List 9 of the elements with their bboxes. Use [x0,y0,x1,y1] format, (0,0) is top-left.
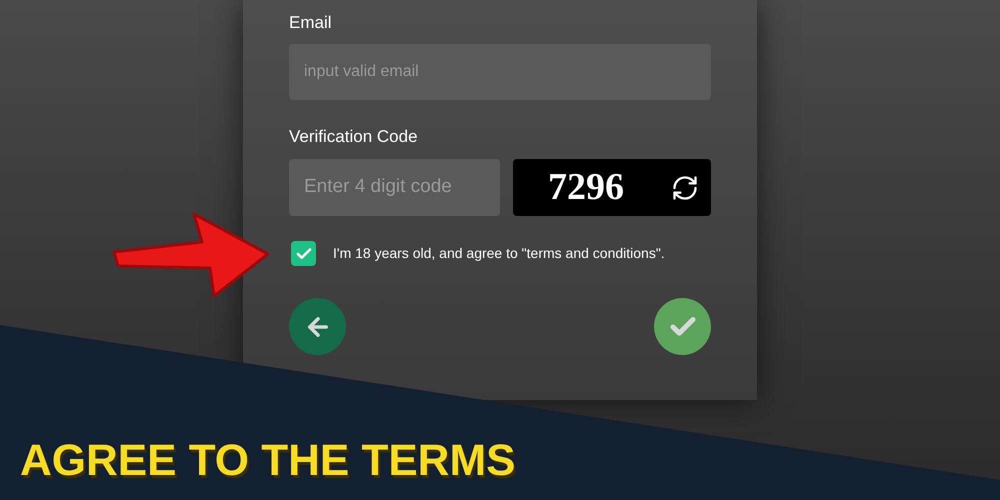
verification-label: Verification Code [289,126,419,148]
agree-label: I'm 18 years old, and agree to "terms and conditions". [333,244,665,263]
captcha-code: 7296 [548,165,625,210]
email-field[interactable]: input valid email [289,44,711,100]
refresh-icon[interactable] [671,174,699,202]
banner-title: AGREE TO THE TERMS [20,435,516,487]
agree-checkbox[interactable] [291,241,316,266]
email-label: Email [289,12,333,34]
code-field[interactable]: Enter 4 digit code [289,159,500,216]
